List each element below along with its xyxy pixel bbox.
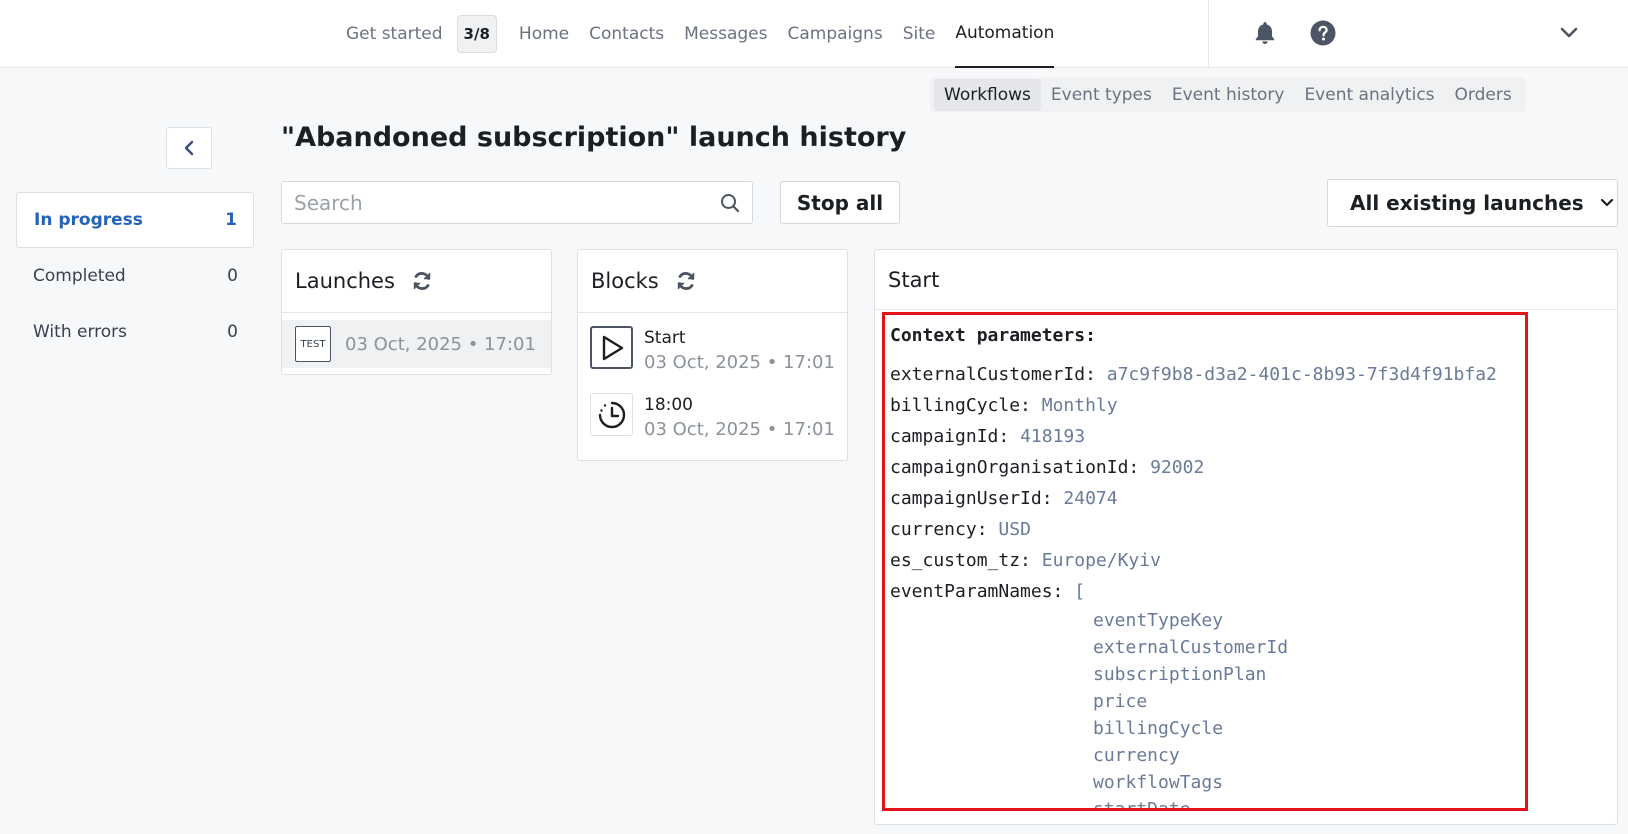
nav-site[interactable]: Site [903, 0, 936, 68]
param-row: campaignOrganisationId: 92002 [890, 452, 1525, 483]
param-value: [ [1074, 581, 1086, 602]
param-row: es_custom_tz: Europe/Kyiv [890, 545, 1525, 576]
array-item: subscriptionPlan [1093, 664, 1267, 685]
blocks-panel: Blocks Start 03 Oct, 2025 • 17:01 18:00 … [577, 249, 848, 461]
top-bar: Get started 3/8 Home Contacts Messages C… [0, 0, 1628, 68]
status-in-progress[interactable]: In progress 1 [16, 192, 254, 248]
status-label: With errors [33, 322, 128, 342]
param-value: 418193 [1020, 426, 1086, 447]
blocks-panel-title: Blocks [591, 269, 659, 293]
array-item: eventTypeKey [1093, 610, 1224, 631]
status-completed[interactable]: Completed 0 [16, 248, 254, 304]
block-name: 18:00 [644, 395, 693, 415]
refresh-icon[interactable] [675, 270, 697, 292]
chevron-left-icon [184, 140, 194, 156]
help-icon[interactable] [1308, 18, 1338, 48]
array-item: externalCustomerId [1093, 637, 1289, 658]
detail-title: Start [875, 250, 1617, 310]
context-parameters: Context parameters: externalCustomerId: … [882, 312, 1528, 811]
array-item: billingCycle [1093, 718, 1224, 739]
param-key: campaignOrganisationId: [890, 457, 1140, 478]
main-nav: Get started 3/8 Home Contacts Messages C… [346, 0, 1074, 68]
chevron-down-icon[interactable] [1554, 18, 1584, 48]
nav-contacts[interactable]: Contacts [589, 0, 664, 68]
status-count: 0 [227, 322, 238, 342]
status-label: In progress [34, 210, 143, 230]
param-value: Europe/Kyiv [1041, 550, 1161, 571]
param-key: externalCustomerId: [890, 364, 1096, 385]
tab-workflows[interactable]: Workflows [934, 79, 1041, 111]
param-row: externalCustomerId: a7c9f9b8-d3a2-401c-8… [890, 359, 1525, 390]
play-icon [590, 326, 633, 369]
status-count: 1 [225, 210, 237, 230]
param-value: a7c9f9b8-d3a2-401c-8b93-7f3d4f91bfa2 [1106, 364, 1497, 385]
param-value: USD [998, 519, 1031, 540]
param-value: Monthly [1041, 395, 1118, 416]
nav-automation[interactable]: Automation [955, 0, 1055, 68]
top-divider [1208, 0, 1209, 68]
launches-panel: Launches TEST 03 Oct, 2025 • 17:01 [281, 249, 552, 375]
back-button[interactable] [166, 127, 212, 169]
param-key: es_custom_tz: [890, 550, 1031, 571]
block-item-timer[interactable]: 18:00 03 Oct, 2025 • 17:01 [578, 393, 847, 460]
array-item: currency [1093, 745, 1180, 766]
nav-home[interactable]: Home [519, 0, 569, 68]
array-item: workflowTags [1093, 772, 1224, 793]
block-detail-panel: Start Context parameters: externalCustom… [874, 249, 1618, 825]
tab-event-history[interactable]: Event history [1162, 79, 1295, 111]
array-item: startDate [1093, 799, 1191, 811]
tab-orders[interactable]: Orders [1445, 79, 1522, 111]
launch-time: 03 Oct, 2025 • 17:01 [345, 333, 536, 355]
onboarding-progress-badge[interactable]: 3/8 [456, 15, 497, 53]
clock-icon [590, 393, 633, 436]
block-text: 18:00 03 Oct, 2025 • 17:01 [644, 393, 835, 443]
launch-status-filter: In progress 1 Completed 0 With errors 0 [16, 192, 254, 360]
param-key: campaignUserId: [890, 488, 1053, 509]
nav-messages[interactable]: Messages [684, 0, 767, 68]
blocks-panel-header: Blocks [578, 250, 847, 313]
test-badge: TEST [295, 326, 331, 362]
param-row: billingCycle: Monthly [890, 390, 1525, 421]
block-item-start[interactable]: Start 03 Oct, 2025 • 17:01 [578, 326, 847, 393]
param-row: campaignId: 418193 [890, 421, 1525, 452]
search-icon[interactable] [720, 193, 740, 213]
tab-event-analytics[interactable]: Event analytics [1294, 79, 1444, 111]
param-value: 92002 [1150, 457, 1205, 478]
array-item: price [1093, 691, 1148, 712]
param-value: 24074 [1063, 488, 1118, 509]
block-name: Start [644, 328, 686, 348]
status-count: 0 [227, 266, 238, 286]
tab-event-types[interactable]: Event types [1041, 79, 1162, 111]
block-text: Start 03 Oct, 2025 • 17:01 [644, 326, 835, 376]
search-input[interactable] [282, 182, 702, 223]
launches-panel-title: Launches [295, 269, 395, 293]
param-key: campaignId: [890, 426, 1010, 447]
status-label: Completed [33, 266, 126, 286]
launch-item[interactable]: TEST 03 Oct, 2025 • 17:01 [282, 320, 551, 368]
context-parameters-title: Context parameters: [890, 325, 1096, 346]
launches-panel-header: Launches [282, 250, 551, 313]
block-time: 03 Oct, 2025 • 17:01 [644, 352, 835, 373]
param-row: currency: USD [890, 514, 1525, 545]
launch-filter-value: All existing launches [1350, 191, 1584, 215]
param-key: billingCycle: [890, 395, 1031, 416]
status-with-errors[interactable]: With errors 0 [16, 304, 254, 360]
block-time: 03 Oct, 2025 • 17:01 [644, 419, 835, 440]
nav-get-started[interactable]: Get started [346, 0, 443, 68]
bell-icon[interactable] [1250, 18, 1280, 48]
refresh-icon[interactable] [411, 270, 433, 292]
nav-campaigns[interactable]: Campaigns [787, 0, 882, 68]
page-title: "Abandoned subscription" launch history [281, 122, 907, 153]
automation-subtabs: Workflows Event types Event history Even… [930, 78, 1526, 112]
param-row: campaignUserId: 24074 [890, 483, 1525, 514]
param-key: eventParamNames: [890, 581, 1064, 602]
stop-all-button[interactable]: Stop all [780, 181, 900, 224]
param-key: currency: [890, 519, 988, 540]
chevron-down-icon [1600, 198, 1614, 208]
search-box [281, 181, 753, 224]
param-row: eventParamNames: [ [890, 576, 1525, 607]
launch-filter-select[interactable]: All existing launches [1327, 179, 1618, 227]
